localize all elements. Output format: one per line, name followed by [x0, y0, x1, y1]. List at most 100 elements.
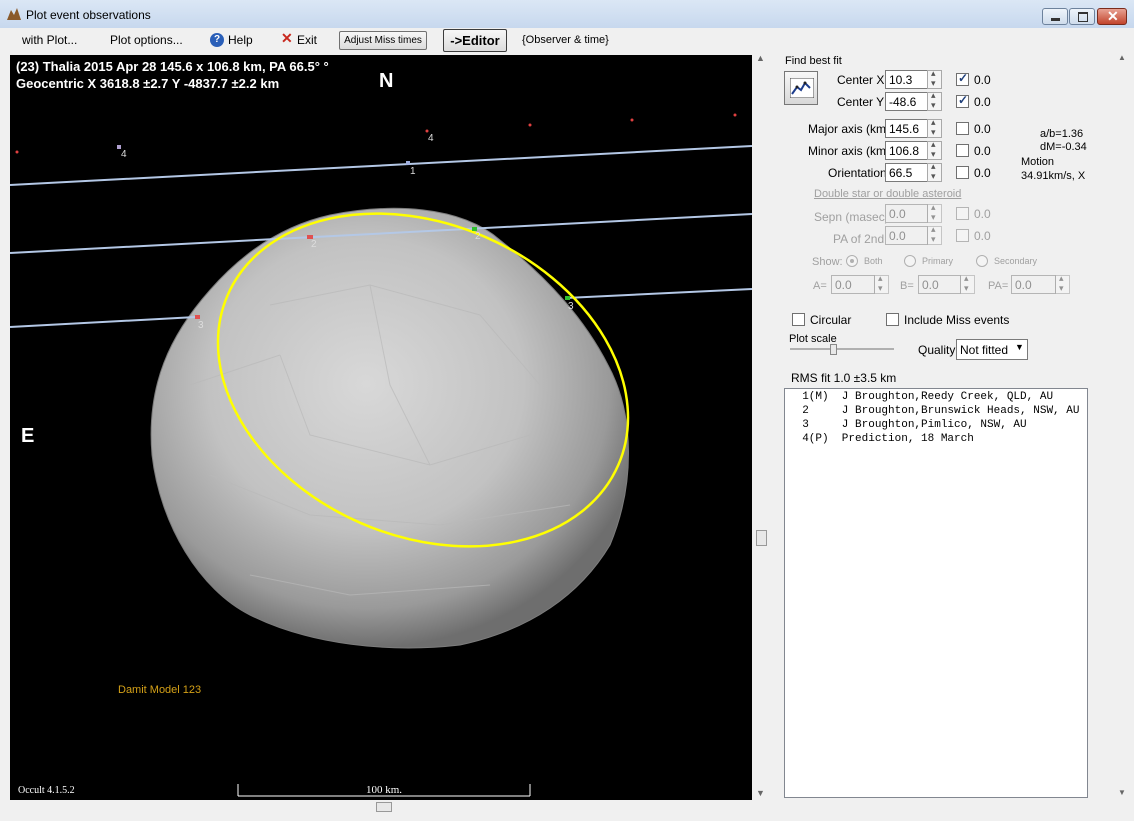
chord-3 — [10, 316, 197, 328]
pa-input[interactable]: 0.0 — [1011, 275, 1056, 294]
center-x-spinner[interactable] — [927, 68, 942, 89]
menu-bar: with Plot... Plot options... ? Help ✕ Ex… — [0, 28, 1134, 53]
plot-horizontal-scrollbar[interactable] — [10, 800, 752, 814]
chord-label: 3 — [568, 301, 574, 312]
orientation-spinner[interactable] — [927, 161, 942, 182]
plot-scale-slider[interactable] — [830, 344, 837, 355]
plot-vertical-scrollbar[interactable]: ▲ ▼ — [754, 53, 768, 800]
plot-header-line1: (23) Thalia 2015 Apr 28 145.6 x 106.8 km… — [16, 59, 329, 74]
a-label: A= — [813, 280, 827, 292]
center-x-input[interactable]: 10.3 — [885, 70, 928, 89]
b-label: B= — [900, 280, 914, 292]
show-secondary-label: Secondary — [994, 256, 1038, 266]
major-axis-delta: 0.0 — [974, 122, 991, 136]
show-both-radio[interactable] — [846, 255, 858, 267]
find-best-fit-button[interactable] — [784, 71, 818, 105]
scroll-up-icon: ▲ — [756, 53, 765, 63]
chord-label: 3 — [198, 320, 204, 331]
pa2-delta: 0.0 — [974, 229, 991, 243]
east-label: E — [21, 425, 35, 447]
chord-label: 2 — [475, 231, 481, 242]
h-scrollbar-thumb[interactable] — [376, 802, 392, 812]
minimize-button[interactable] — [1042, 8, 1068, 25]
double-star-label: Double star or double asteroid — [814, 188, 962, 200]
major-axis-spinner[interactable] — [927, 117, 942, 138]
list-item[interactable]: 4(P) Prediction, 18 March — [789, 433, 974, 445]
menu-exit[interactable]: Exit — [297, 33, 317, 47]
adjust-miss-times-button[interactable]: Adjust Miss times — [339, 31, 427, 50]
list-item[interactable]: 3 J Broughton,Pimlico, NSW, AU — [789, 419, 1026, 431]
circular-checkbox[interactable] — [792, 313, 805, 326]
minor-axis-label: Minor axis (km) — [808, 144, 891, 158]
include-miss-checkbox[interactable] — [886, 313, 899, 326]
plot-header-line2: Geocentric X 3618.8 ±2.7 Y -4837.7 ±2.2 … — [16, 76, 280, 91]
sepn-input[interactable]: 0.0 — [885, 204, 928, 223]
chord-3b — [565, 288, 752, 299]
panel-scroll-up-icon: ▲ — [1118, 53, 1126, 62]
b-input[interactable]: 0.0 — [918, 275, 961, 294]
a-input[interactable]: 0.0 — [831, 275, 875, 294]
center-y-input[interactable]: -48.6 — [885, 92, 928, 111]
minor-axis-input[interactable]: 106.8 — [885, 141, 928, 160]
center-x-checkbox[interactable] — [956, 71, 969, 86]
list-item[interactable]: 1(M) J Broughton,Reedy Creek, QLD, AU — [789, 391, 1053, 403]
chord-label: 1 — [410, 166, 416, 177]
quality-select[interactable]: Not fitted ▼ — [956, 339, 1028, 360]
app-icon — [7, 8, 21, 20]
pa2-checkbox[interactable] — [956, 229, 969, 242]
maximize-button[interactable] — [1069, 8, 1095, 25]
marker-square — [406, 161, 410, 165]
find-best-fit-label: Find best fit — [785, 55, 842, 67]
menu-plot-options[interactable]: Plot options... — [110, 33, 183, 47]
motion-label: Motion — [1021, 156, 1055, 168]
window-title: Plot event observations — [26, 8, 151, 22]
scrollbar-thumb[interactable] — [756, 530, 767, 546]
menu-help[interactable]: Help — [228, 33, 253, 47]
sepn-delta: 0.0 — [974, 207, 991, 221]
minor-axis-spinner[interactable] — [927, 139, 942, 160]
close-button[interactable]: ✕ — [1097, 8, 1127, 25]
sepn-checkbox[interactable] — [956, 207, 969, 220]
a-spinner[interactable] — [874, 273, 889, 294]
fit-panel: Find best fit Center X 10.3 0.0 Center Y… — [778, 53, 1128, 813]
sepn-label: Sepn (masec) — [814, 210, 889, 224]
minor-axis-checkbox[interactable] — [956, 144, 969, 157]
help-icon: ? — [210, 33, 224, 47]
chord-label: 4 — [428, 133, 434, 144]
marker-dot — [630, 118, 634, 122]
scroll-down-icon: ▼ — [756, 788, 765, 798]
close-icon: ✕ — [1107, 8, 1119, 24]
marker-dot — [15, 150, 19, 154]
circular-label: Circular — [810, 313, 852, 327]
b-spinner[interactable] — [960, 273, 975, 294]
pa-spinner[interactable] — [1055, 273, 1070, 294]
observer-list[interactable]: 1(M) J Broughton,Reedy Creek, QLD, AU 2 … — [784, 388, 1088, 798]
major-axis-checkbox[interactable] — [956, 122, 969, 135]
orientation-checkbox[interactable] — [956, 166, 969, 179]
center-x-label: Center X — [837, 73, 885, 87]
pa2-spinner[interactable] — [927, 224, 942, 245]
center-y-delta: 0.0 — [974, 95, 991, 109]
show-secondary-radio[interactable] — [976, 255, 988, 267]
sepn-spinner[interactable] — [927, 202, 942, 223]
show-primary-radio[interactable] — [904, 255, 916, 267]
major-axis-input[interactable]: 145.6 — [885, 119, 928, 138]
panel-scroll-down-icon: ▼ — [1118, 788, 1126, 797]
marker-dot — [733, 113, 737, 117]
observer-time-label[interactable]: {Observer & time} — [522, 34, 609, 46]
center-y-checkbox[interactable] — [956, 93, 969, 108]
dm-value: dM=-0.34 — [1040, 141, 1087, 153]
editor-button[interactable]: ->Editor — [443, 29, 507, 52]
asteroid-model-shape — [150, 207, 629, 649]
major-axis-label: Major axis (km) — [808, 122, 891, 136]
pa2-input[interactable]: 0.0 — [885, 226, 928, 245]
center-y-spinner[interactable] — [927, 90, 942, 111]
panel-scrollbar[interactable]: ▲ ▼ — [1118, 53, 1128, 813]
orientation-input[interactable]: 66.5 — [885, 163, 928, 182]
menu-with-plot[interactable]: with Plot... — [22, 33, 77, 47]
pa-label: PA= — [988, 280, 1009, 292]
motion-value: 34.91km/s, X — [1021, 170, 1086, 182]
quality-value: Not fitted — [960, 343, 1009, 357]
list-item[interactable]: 2 J Broughton,Brunswick Heads, NSW, AU — [789, 405, 1079, 417]
plot-canvas[interactable]: 4 4 1 2 2 3 3 (23) Thalia 2015 Apr 28 14… — [10, 55, 752, 800]
